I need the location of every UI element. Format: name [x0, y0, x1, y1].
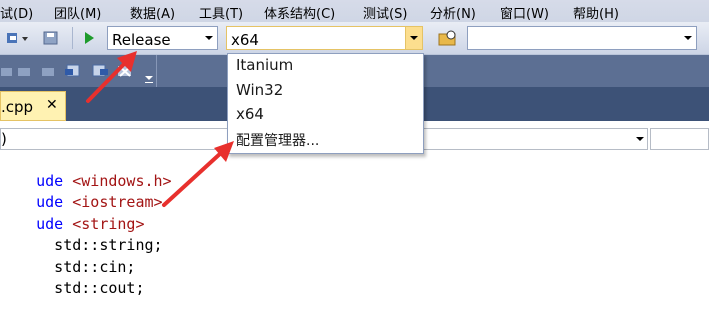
annotation-arrow-release	[86, 51, 137, 103]
annotation-arrow-config-manager	[162, 141, 234, 207]
using-declaration: std::cout;	[36, 279, 145, 297]
annotation-arrows	[86, 51, 234, 207]
